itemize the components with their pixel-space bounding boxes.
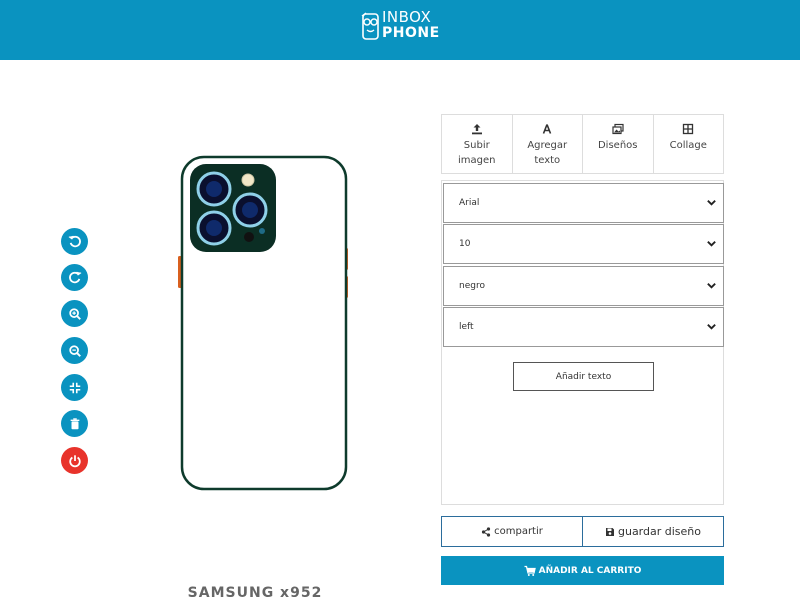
share-icon: [482, 526, 491, 537]
tab-label: Collage: [669, 140, 707, 151]
tab-upload-image[interactable]: Subir imagen: [442, 115, 513, 173]
tab-label: Subir imagen: [458, 140, 496, 166]
delete-button[interactable]: [61, 410, 88, 437]
floppy-disk-icon: [605, 527, 614, 536]
logo-text-line1: INBOX: [382, 8, 432, 26]
text-icon: [543, 124, 552, 134]
zoom-in-button[interactable]: [61, 300, 88, 327]
camera-sensor: [244, 232, 254, 242]
design-tabs: Subir imagen Agregar texto Diseños Colla…: [441, 114, 724, 174]
text-options-panel: Arial 10 negro left Añadir texto: [441, 180, 724, 505]
font-color-select[interactable]: negro: [443, 266, 724, 306]
tab-add-text[interactable]: Agregar texto: [513, 115, 583, 173]
chevron-down-icon: [707, 200, 716, 206]
model-name: SAMSUNG x952: [187, 585, 323, 601]
reset-button[interactable]: [61, 447, 88, 474]
chevron-down-icon: [707, 283, 716, 289]
add-text-button[interactable]: Añadir texto: [513, 362, 654, 391]
redo-icon: [68, 271, 81, 283]
zoom-in-icon: [68, 307, 81, 320]
fit-button[interactable]: [61, 374, 88, 401]
save-design-label: guardar diseño: [617, 525, 701, 538]
logo-icon: [361, 12, 379, 40]
text-align-select[interactable]: left: [443, 307, 724, 347]
text-align-value: left: [459, 322, 474, 332]
undo-icon: [68, 235, 81, 247]
font-size-value: 10: [459, 239, 471, 249]
cart-icon: [524, 565, 536, 576]
tab-label: Diseños: [597, 140, 638, 151]
undo-button[interactable]: [61, 228, 88, 255]
compress-icon: [69, 382, 80, 393]
share-label: compartir: [494, 526, 543, 537]
add-to-cart-label: AÑADIR AL CARRITO: [538, 565, 642, 576]
zoom-out-icon: [68, 344, 81, 357]
share-button[interactable]: compartir: [441, 516, 583, 547]
font-family-select[interactable]: Arial: [443, 183, 724, 223]
camera-mic: [259, 228, 265, 234]
tab-collage[interactable]: Collage: [654, 115, 724, 173]
trash-icon: [70, 417, 79, 429]
power-icon: [68, 454, 81, 467]
redo-button[interactable]: [61, 264, 88, 291]
tab-designs[interactable]: Diseños: [583, 115, 654, 173]
font-color-value: negro: [459, 281, 485, 291]
logo-text-line2: PHONE: [382, 25, 440, 41]
upload-icon: [471, 124, 482, 135]
font-size-select[interactable]: 10: [443, 224, 724, 264]
chevron-down-icon: [707, 324, 716, 330]
camera-flash: [241, 173, 255, 187]
phone-case-preview[interactable]: [176, 152, 354, 494]
font-family-value: Arial: [459, 198, 480, 208]
grid-icon: [683, 123, 694, 135]
logo[interactable]: INBOX PHONE: [360, 9, 444, 43]
header: INBOX PHONE: [0, 0, 800, 60]
chevron-down-icon: [707, 241, 716, 247]
images-icon: [612, 123, 624, 135]
add-to-cart-button[interactable]: AÑADIR AL CARRITO: [441, 556, 724, 585]
zoom-out-button[interactable]: [61, 337, 88, 364]
tab-label: Agregar texto: [527, 140, 568, 166]
save-design-button[interactable]: guardar diseño: [582, 516, 724, 547]
